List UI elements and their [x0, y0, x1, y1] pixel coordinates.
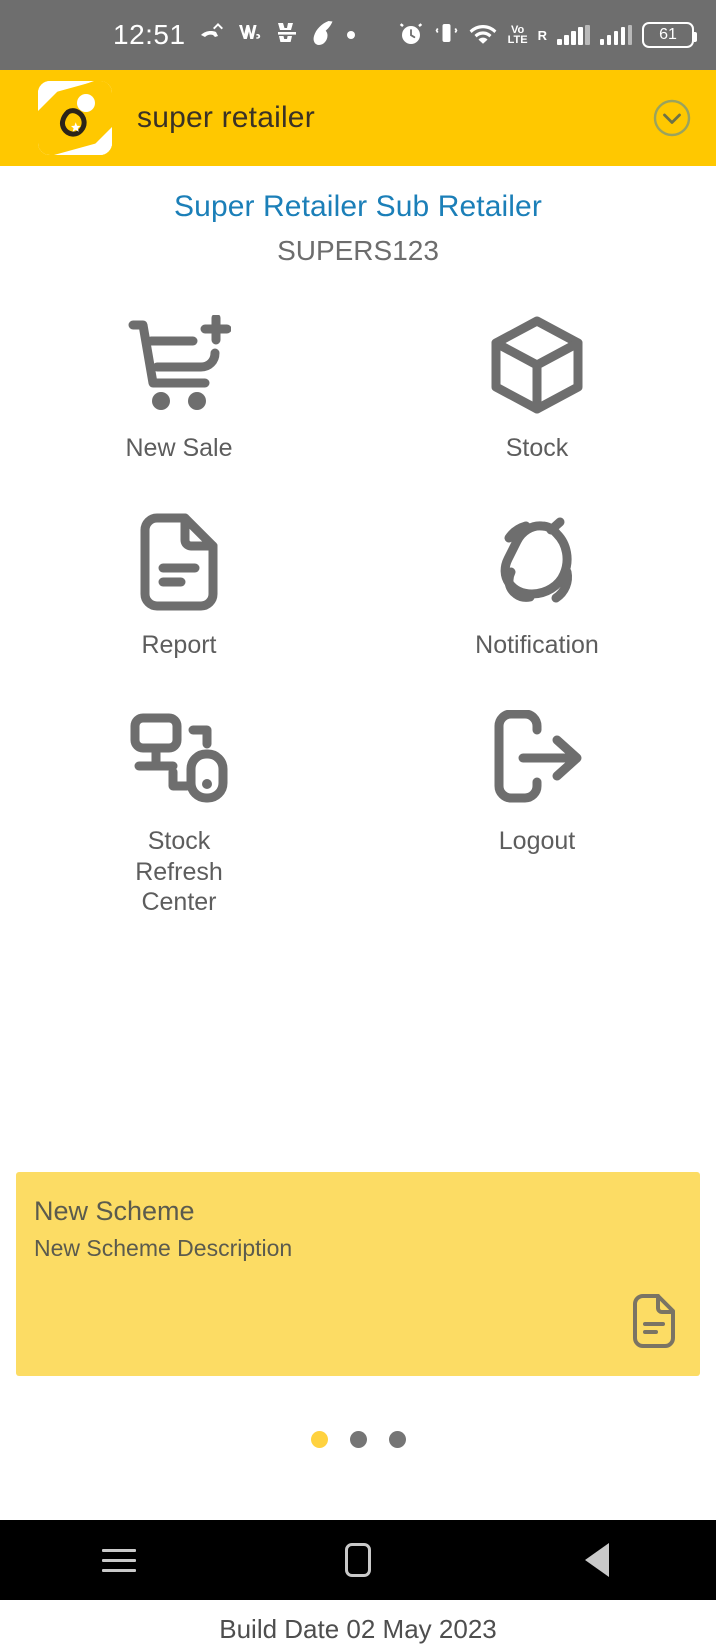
- battery-icon: 61: [642, 22, 697, 48]
- volte-icon: Vo LTE: [507, 24, 528, 46]
- alarm-icon: [398, 20, 424, 51]
- carousel-dot[interactable]: [388, 1431, 406, 1448]
- back-icon[interactable]: [477, 1520, 716, 1600]
- carousel-dots: [0, 1431, 716, 1448]
- recents-icon[interactable]: [0, 1520, 239, 1600]
- wifi-icon: [468, 21, 498, 50]
- menu-tile-stock[interactable]: Stock: [358, 311, 716, 464]
- vibrate-icon: [434, 20, 458, 51]
- home-icon[interactable]: [239, 1520, 478, 1600]
- airtel-icon: [312, 20, 334, 51]
- menu-tile-new-sale[interactable]: New Sale: [0, 311, 358, 464]
- battery-level: 61: [659, 26, 677, 43]
- carousel-dot-active[interactable]: [310, 1431, 328, 1448]
- menu-tile-stock-refresh-center[interactable]: Stock Refresh Center: [0, 704, 358, 918]
- chevron-down-circle-icon[interactable]: [650, 96, 694, 140]
- scheme-card-title: New Scheme: [34, 1196, 195, 1226]
- app-title: super retailer: [137, 101, 315, 134]
- page-title: Super Retailer Sub Retailer: [174, 190, 542, 223]
- generic-dot-icon: [346, 31, 355, 39]
- menu-tile-label: Logout: [498, 827, 576, 855]
- menu-tile-report[interactable]: Report: [0, 508, 358, 661]
- scheme-card-description: New Scheme Description: [34, 1235, 293, 1261]
- system-nav-bar: [0, 1520, 716, 1600]
- menu-tile-label: Stock: [505, 434, 569, 462]
- logout-arrow-icon: [485, 704, 589, 812]
- carousel-dot[interactable]: [349, 1431, 367, 1448]
- document-lines-icon: [135, 508, 223, 616]
- menu-tile-label: Notification: [475, 630, 599, 659]
- app-logo: [38, 81, 112, 155]
- menu-tile-label: New Sale: [125, 434, 233, 462]
- cube-box-icon: [488, 311, 586, 419]
- menu-grid: New Sale Stock Report Notification Stock…: [0, 311, 716, 918]
- main-content: Super Retailer Sub Retailer SUPERS123 Ne…: [0, 166, 716, 1644]
- status-bar-right: Vo LTE R 61: [398, 0, 697, 70]
- cart-plus-icon: [127, 311, 231, 419]
- scheme-card[interactable]: New Scheme New Scheme Description: [16, 1172, 700, 1376]
- roaming-indicator: R: [537, 27, 547, 43]
- build-date: Build Date 02 May 2023: [219, 1614, 497, 1644]
- menu-tile-label: Stock Refresh Center: [135, 827, 223, 916]
- menu-tile-notification[interactable]: Notification: [358, 508, 716, 661]
- device-sync-icon: [127, 704, 231, 812]
- status-clock: 12:51: [113, 19, 186, 50]
- retailer-code: SUPERS123: [277, 235, 439, 266]
- menu-tile-label: Report: [141, 630, 217, 659]
- signal-bars-2-icon: [599, 25, 632, 45]
- document-lines-icon[interactable]: [630, 1293, 678, 1354]
- status-bar-left: 12:51: [113, 19, 355, 51]
- signal-bars-icon: [557, 25, 590, 45]
- status-bar: 12:51 Vo LTE R 61: [0, 0, 716, 70]
- app-bar: super retailer: [0, 70, 716, 166]
- whatsapp-business-icon: [238, 22, 262, 49]
- missed-call-icon: [199, 22, 225, 49]
- menu-tile-logout[interactable]: Logout: [358, 704, 716, 918]
- bell-ringing-icon: [487, 508, 587, 616]
- aaj-tak-icon: [275, 21, 299, 50]
